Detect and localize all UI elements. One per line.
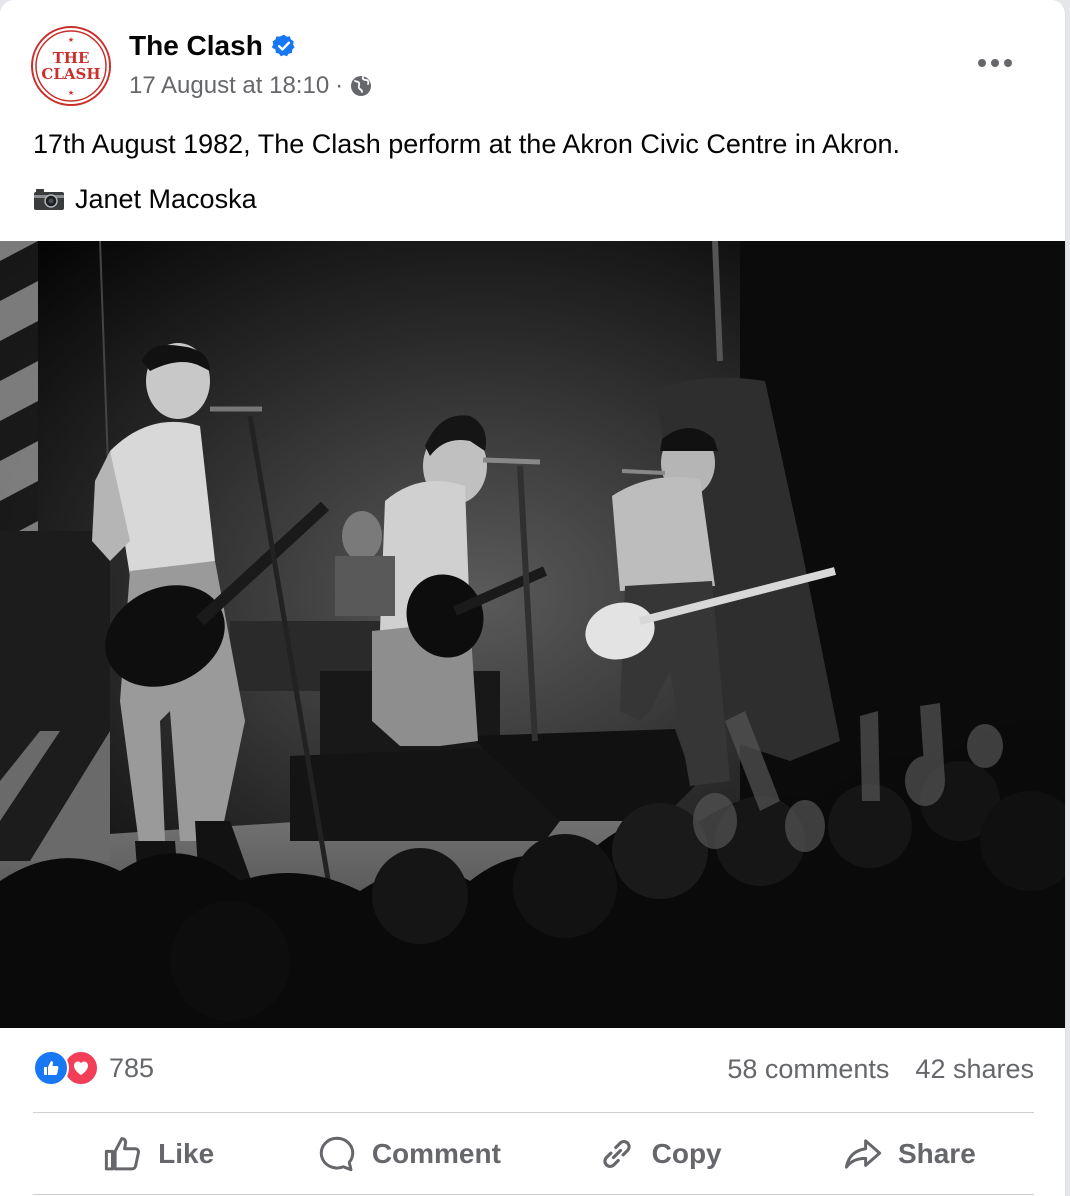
reactions-summary[interactable]: 785: [33, 1050, 154, 1086]
like-label: Like: [158, 1138, 215, 1169]
page-name[interactable]: The Clash: [129, 30, 297, 62]
share-button[interactable]: Share: [784, 1122, 1034, 1186]
post-timestamp[interactable]: 17 August at 18:10: [129, 72, 329, 100]
divider: [33, 1194, 1034, 1195]
svg-text:★: ★: [68, 89, 74, 97]
copy-link-button[interactable]: Copy: [534, 1122, 784, 1186]
verified-badge-icon: [271, 34, 295, 57]
page-name-text[interactable]: The Clash: [129, 30, 263, 62]
copy-label: Copy: [651, 1138, 722, 1169]
concert-photo-image: [0, 241, 1065, 1028]
link-icon: [602, 1140, 631, 1168]
comment-bubble-icon: [319, 1136, 355, 1172]
post-caption: 17th August 1982, The Clash perform at t…: [33, 129, 900, 159]
svg-text:★: ★: [68, 36, 74, 44]
divider: [33, 1112, 1034, 1113]
share-label: Share: [897, 1138, 976, 1169]
post-card: ★ ★ THE CLASH The Clash 17 August at 18:…: [0, 0, 1066, 1196]
post-stats: 785 58 comments 42 shares: [33, 1046, 1034, 1096]
shares-count[interactable]: 42 shares: [915, 1054, 1034, 1085]
avatar-text-clash: CLASH: [41, 65, 101, 83]
post-photo[interactable]: [0, 241, 1065, 1028]
comment-button[interactable]: Comment: [283, 1122, 533, 1186]
like-button[interactable]: Like: [33, 1122, 283, 1186]
camera-icon: [34, 189, 64, 210]
comments-count[interactable]: 58 comments: [727, 1054, 889, 1085]
meta-separator: ·: [335, 72, 344, 99]
thumbs-up-icon: [104, 1137, 141, 1171]
engagement-counts: 58 comments 42 shares: [727, 1054, 1034, 1085]
post-header: ★ ★ THE CLASH The Clash 17 August at 18:…: [0, 0, 1065, 120]
globe-icon[interactable]: [349, 74, 373, 98]
dot-icon: [991, 59, 999, 67]
reaction-count[interactable]: 785: [109, 1053, 154, 1084]
more-options-button[interactable]: [975, 48, 1015, 78]
share-arrow-icon: [844, 1139, 882, 1169]
avatar[interactable]: ★ ★ THE CLASH: [31, 26, 111, 106]
post-meta: 17 August at 18:10 ·: [129, 72, 373, 100]
dot-icon: [978, 59, 986, 67]
dot-icon: [1004, 59, 1012, 67]
photo-credit-name: Janet Macoska: [75, 184, 257, 214]
comment-label: Comment: [371, 1138, 501, 1169]
like-reaction-icon: [33, 1050, 69, 1086]
post-actions: Like Comment Copy Share: [33, 1122, 1034, 1186]
photo-credit: Janet Macoska: [33, 181, 257, 217]
avatar-text-the: THE: [52, 49, 90, 67]
